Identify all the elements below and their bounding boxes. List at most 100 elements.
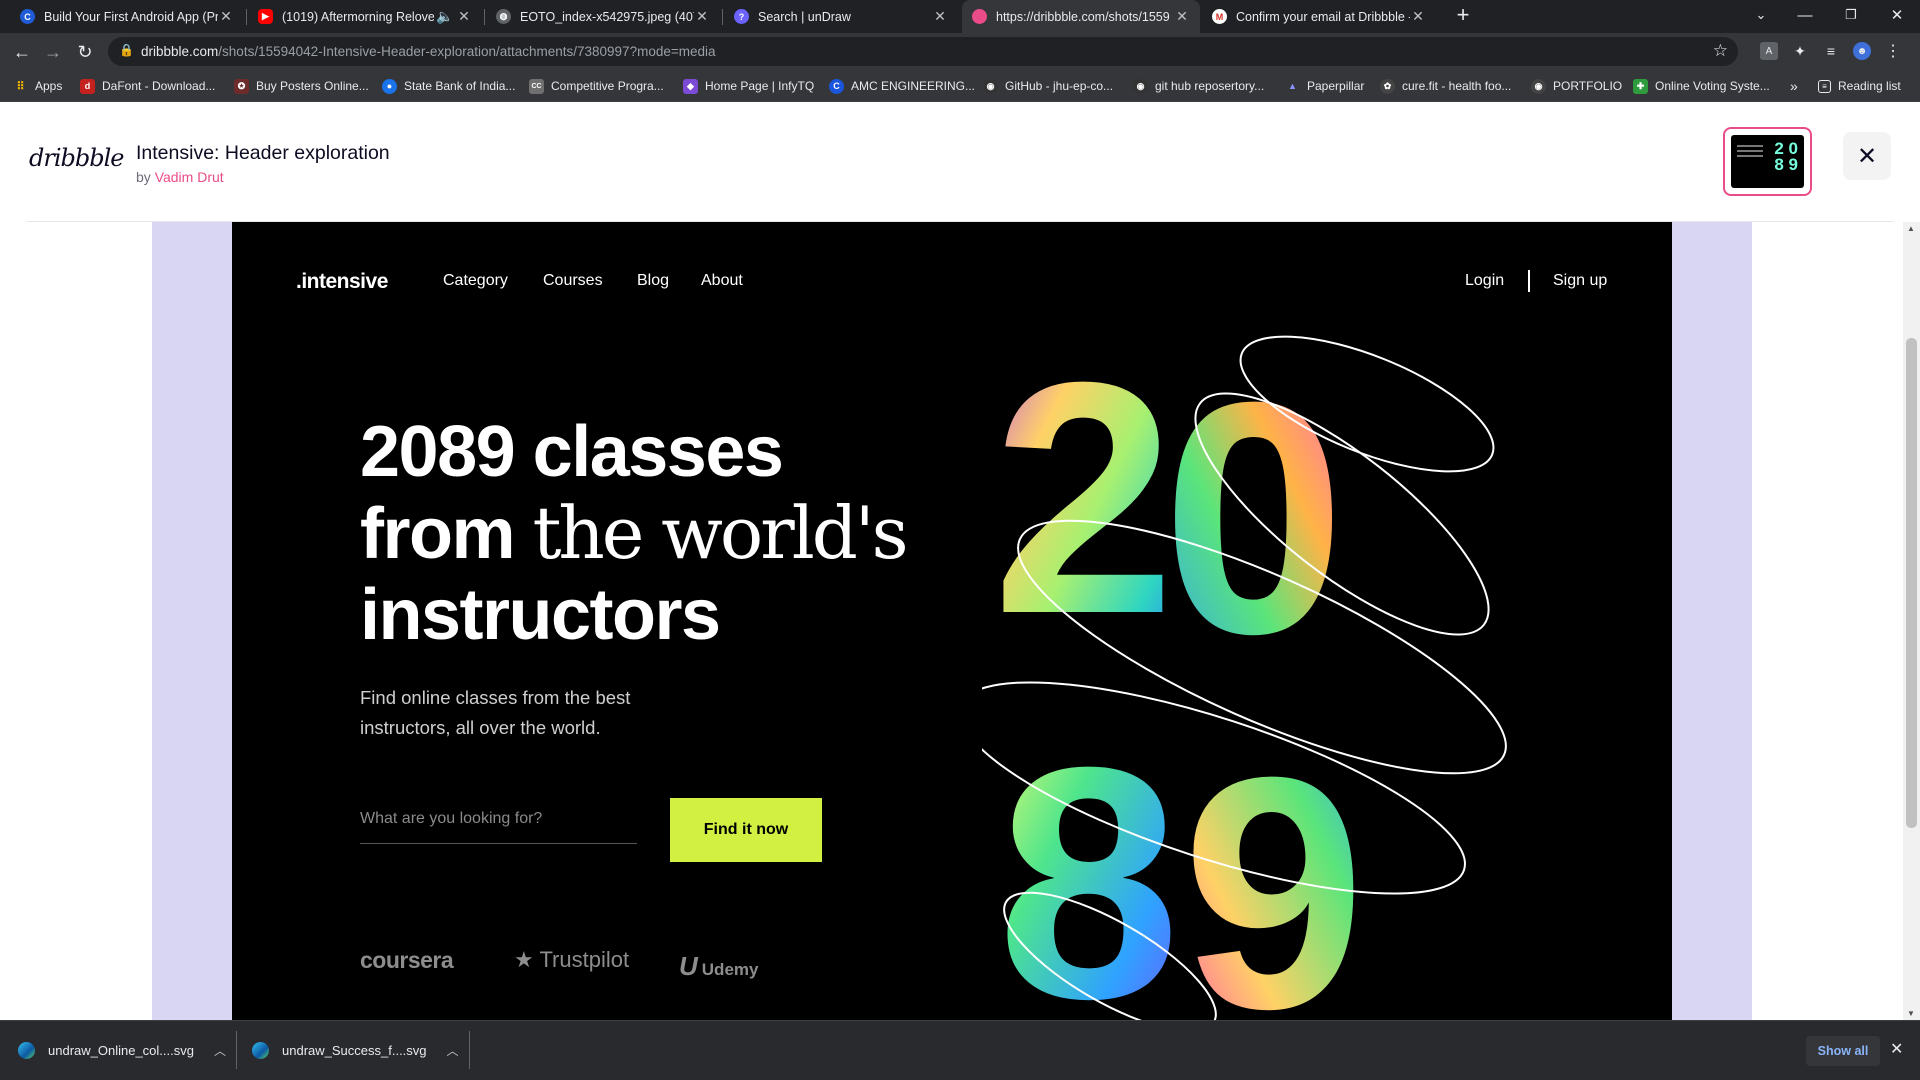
- forward-arrow-icon[interactable]: →: [41, 40, 65, 64]
- by-label: by: [136, 169, 155, 185]
- scroll-down-arrow-icon[interactable]: ▼: [1907, 1009, 1915, 1018]
- author-link[interactable]: Vadim Drut: [155, 169, 224, 185]
- bookmark-infytq[interactable]: ◆ Home Page | InfyTQ: [683, 77, 814, 95]
- tab-title: EOTO_index-x542975.jpeg (407×: [520, 9, 694, 24]
- chevron-up-icon[interactable]: ︿: [214, 1042, 226, 1059]
- chevron-up-icon[interactable]: ︿: [447, 1042, 459, 1059]
- tab-3[interactable]: ? Search | unDraw ✕: [724, 0, 958, 33]
- edge-file-icon: [18, 1041, 35, 1059]
- shot-background-left: [152, 222, 232, 1020]
- tab-separator: [484, 9, 485, 25]
- download-separator: [236, 1031, 237, 1069]
- close-icon[interactable]: ✕: [694, 8, 710, 25]
- bookmark-curefit[interactable]: ✿ cure.fit - health foo...: [1380, 77, 1511, 95]
- tab-search-icon[interactable]: ⌄: [1738, 0, 1784, 30]
- close-icon[interactable]: ✕: [456, 8, 472, 25]
- reload-icon[interactable]: ↻: [73, 40, 97, 64]
- github-icon: ◉: [1133, 78, 1148, 94]
- bookmark-label: PORTFOLIO: [1553, 79, 1623, 93]
- downloads-bar: undraw_Online_col....svg ︿ undraw_Succes…: [0, 1020, 1920, 1080]
- tab-title: Confirm your email at Dribbble -: [1236, 9, 1410, 24]
- infytq-icon: ◆: [683, 78, 698, 94]
- url-host: dribbble.com: [141, 44, 219, 59]
- page-scrollbar[interactable]: ▲ ▼: [1903, 222, 1920, 1020]
- find-it-now-button: Find it now: [670, 798, 822, 862]
- url-path: /shots/15594042-Intensive-Header-explora…: [218, 44, 716, 59]
- paperpillar-icon: ▲: [1288, 81, 1297, 91]
- tab-2[interactable]: ◍ EOTO_index-x542975.jpeg (407× ✕: [486, 0, 720, 33]
- extension-icon[interactable]: A: [1760, 42, 1778, 60]
- hero-digit-9: 9: [1182, 708, 1366, 1020]
- minimize-button[interactable]: —: [1782, 0, 1828, 30]
- tab-0[interactable]: C Build Your First Android App (Pro ✕: [10, 0, 244, 33]
- bookmark-label: DaFont - Download...: [102, 79, 216, 93]
- tab-title: Build Your First Android App (Pro: [44, 9, 218, 24]
- download-item-2[interactable]: undraw_Success_f....svg ︿: [252, 1021, 459, 1079]
- close-icon[interactable]: ✕: [932, 8, 948, 25]
- speaker-icon[interactable]: 🔈: [434, 8, 456, 25]
- nav-blog: Blog: [637, 272, 670, 289]
- close-overlay-button[interactable]: ✕: [1843, 132, 1891, 180]
- bookmark-label: cure.fit - health foo...: [1402, 79, 1512, 93]
- bookmark-label: git hub reposertory...: [1155, 79, 1265, 93]
- close-icon[interactable]: ✕: [218, 8, 234, 25]
- bookmark-posters[interactable]: ✪ Buy Posters Online...: [234, 77, 369, 95]
- bookmark-paperpillar[interactable]: ▲ Paperpillar: [1285, 77, 1364, 95]
- hero-2089-artwork: 2 0 8 9: [982, 313, 1507, 1020]
- gmail-icon: M: [1212, 9, 1227, 24]
- globe-icon: ◍: [496, 9, 511, 24]
- scrollbar-thumb[interactable]: [1906, 338, 1917, 828]
- dafont-icon: d: [80, 78, 95, 94]
- undraw-icon: ?: [734, 9, 749, 24]
- url-text[interactable]: dribbble.com/shots/15594042-Intensive-He…: [141, 44, 716, 59]
- puzzle-extensions-icon[interactable]: ✦: [1791, 42, 1809, 60]
- shot-background-right: [1672, 222, 1752, 1020]
- headline-line-3: instructors: [360, 575, 721, 655]
- address-bar[interactable]: 🔒 dribbble.com/shots/15594042-Intensive-…: [108, 37, 1738, 66]
- bookmark-label: Paperpillar: [1307, 79, 1365, 93]
- profile-avatar[interactable]: ☻: [1853, 42, 1871, 60]
- bookmark-voting[interactable]: ✚ Online Voting Syste...: [1633, 77, 1770, 95]
- bookmark-sbi[interactable]: ● State Bank of India...: [382, 77, 515, 95]
- udemy-u-icon: U: [679, 951, 698, 981]
- bookmark-amc[interactable]: C AMC ENGINEERING...: [829, 77, 975, 95]
- close-downloads-icon[interactable]: ✕: [1890, 1039, 1903, 1059]
- coursera-c-icon: C: [20, 9, 35, 24]
- bookmark-github[interactable]: ◉ GitHub - jhu-ep-co...: [983, 77, 1113, 95]
- window-close-button[interactable]: ✕: [1874, 0, 1920, 30]
- bookmark-apps[interactable]: ⠿ Apps: [13, 77, 62, 95]
- nav-login: Login: [1465, 272, 1505, 289]
- tab-4-active[interactable]: https://dribbble.com/shots/1559 ✕: [962, 0, 1200, 33]
- shot-image: .intensive Category Courses Blog About L…: [232, 222, 1672, 1020]
- back-arrow-icon[interactable]: ←: [10, 40, 34, 64]
- reading-list-button[interactable]: ≡ Reading list: [1818, 77, 1901, 95]
- browser-window: C Build Your First Android App (Pro ✕ ▶ …: [0, 0, 1920, 1080]
- shot-title: Intensive: Header exploration: [136, 142, 390, 164]
- bookmark-dafont[interactable]: d DaFont - Download...: [80, 77, 215, 95]
- close-icon[interactable]: ✕: [1174, 8, 1190, 25]
- new-tab-button[interactable]: +: [1443, 0, 1483, 30]
- dribbble-logo[interactable]: dribbble: [29, 144, 124, 172]
- trustpilot-logo: ★ Trustpilot: [514, 947, 630, 972]
- download-filename: undraw_Success_f....svg: [282, 1042, 427, 1058]
- bookmark-codechef[interactable]: CC Competitive Progra...: [529, 77, 664, 95]
- tab-title: Search | unDraw: [758, 9, 851, 24]
- restore-button[interactable]: ❐: [1828, 0, 1874, 30]
- tab-1[interactable]: ▶ (1019) Aftermorning Relovec 🔈 ✕: [248, 0, 482, 33]
- shot-thumbnail[interactable]: 2 08 9: [1723, 127, 1812, 196]
- bookmarks-more-button[interactable]: »: [1790, 77, 1798, 95]
- bookmark-portfolio[interactable]: ◉ PORTFOLIO: [1531, 77, 1622, 95]
- nav-courses: Courses: [543, 272, 603, 289]
- download-item-1[interactable]: undraw_Online_col....svg ︿: [18, 1021, 226, 1079]
- close-icon[interactable]: ✕: [1410, 8, 1426, 25]
- show-all-downloads-button[interactable]: Show all: [1806, 1036, 1880, 1066]
- chevron-double-right-icon: »: [1790, 78, 1798, 94]
- shot-byline: by Vadim Drut: [136, 169, 224, 185]
- reading-list-toolbar-icon[interactable]: ≡: [1822, 42, 1840, 60]
- more-menu-icon[interactable]: ⋮: [1884, 42, 1902, 60]
- tab-5[interactable]: M Confirm your email at Dribbble - ✕: [1202, 0, 1436, 33]
- bookmark-star-icon[interactable]: ☆: [1713, 41, 1728, 61]
- nav-divider: [1528, 270, 1530, 292]
- bookmark-github-repo[interactable]: ◉ git hub reposertory...: [1133, 77, 1264, 95]
- scroll-up-arrow-icon[interactable]: ▲: [1907, 224, 1915, 233]
